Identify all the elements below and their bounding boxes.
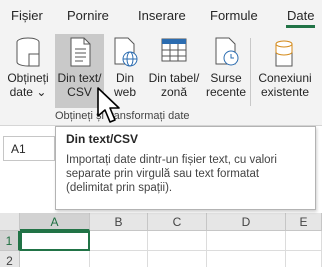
column-header[interactable]: D — [207, 213, 286, 231]
tooltip-body: Importați date dintr-un fișier text, cu … — [66, 154, 277, 194]
ribbon-separator — [250, 38, 251, 106]
from-table-range-label: Din tabel/ zonă — [148, 71, 200, 99]
table-icon — [161, 38, 187, 62]
name-box[interactable]: A1 — [3, 136, 55, 161]
cell[interactable] — [148, 251, 207, 267]
tab-file[interactable]: Fișier — [11, 8, 43, 23]
tab-formulas[interactable]: Formule — [210, 8, 258, 23]
select-all-corner[interactable] — [0, 213, 20, 231]
tab-insert[interactable]: Inserare — [138, 8, 186, 23]
cell[interactable] — [286, 251, 322, 267]
web-page-icon — [114, 37, 138, 67]
tooltip-title: Din text/CSV — [66, 132, 139, 146]
worksheet-grid: A B C D E 1 2 — [0, 213, 322, 267]
tab-data[interactable]: Date — [285, 8, 316, 28]
cell[interactable] — [286, 231, 322, 251]
column-header[interactable]: E — [286, 213, 322, 231]
cell[interactable] — [20, 251, 90, 267]
from-table-range-button[interactable]: Din tabel/ zonă — [146, 34, 202, 108]
cell-a1[interactable] — [20, 231, 90, 251]
tab-home[interactable]: Pornire — [67, 8, 109, 23]
ribbon-tab-bar: Fișier Pornire Inserare Formule Date — [0, 0, 322, 30]
existing-connections-button[interactable]: Conexiuni existente — [255, 34, 315, 108]
column-header[interactable]: B — [90, 213, 148, 231]
tooltip: Din text/CSV Importați date dintr-un fiș… — [55, 126, 316, 210]
row-header[interactable]: 1 — [0, 231, 20, 251]
column-header[interactable]: A — [20, 213, 90, 231]
mouse-pointer-icon — [97, 87, 120, 123]
cell[interactable] — [148, 231, 207, 251]
recent-sources-icon — [215, 37, 239, 66]
existing-connections-label: Conexiuni existente — [258, 71, 312, 99]
text-file-icon — [70, 37, 90, 67]
database-icon — [16, 37, 40, 67]
cell[interactable] — [207, 251, 286, 267]
cell[interactable] — [207, 231, 286, 251]
get-data-label: Obțineți date ⌄ — [7, 71, 49, 99]
existing-connections-icon — [275, 40, 293, 67]
cell[interactable] — [90, 231, 148, 251]
recent-sources-label: Surse recente — [205, 71, 247, 99]
cell[interactable] — [90, 251, 148, 267]
get-data-button[interactable]: Obțineți date ⌄ — [3, 34, 53, 108]
recent-sources-button[interactable]: Surse recente — [205, 34, 247, 108]
column-header[interactable]: C — [148, 213, 207, 231]
ribbon: Obțineți date ⌄ Din text/ CSV Din web Di… — [0, 30, 322, 126]
row-header[interactable]: 2 — [0, 251, 20, 267]
